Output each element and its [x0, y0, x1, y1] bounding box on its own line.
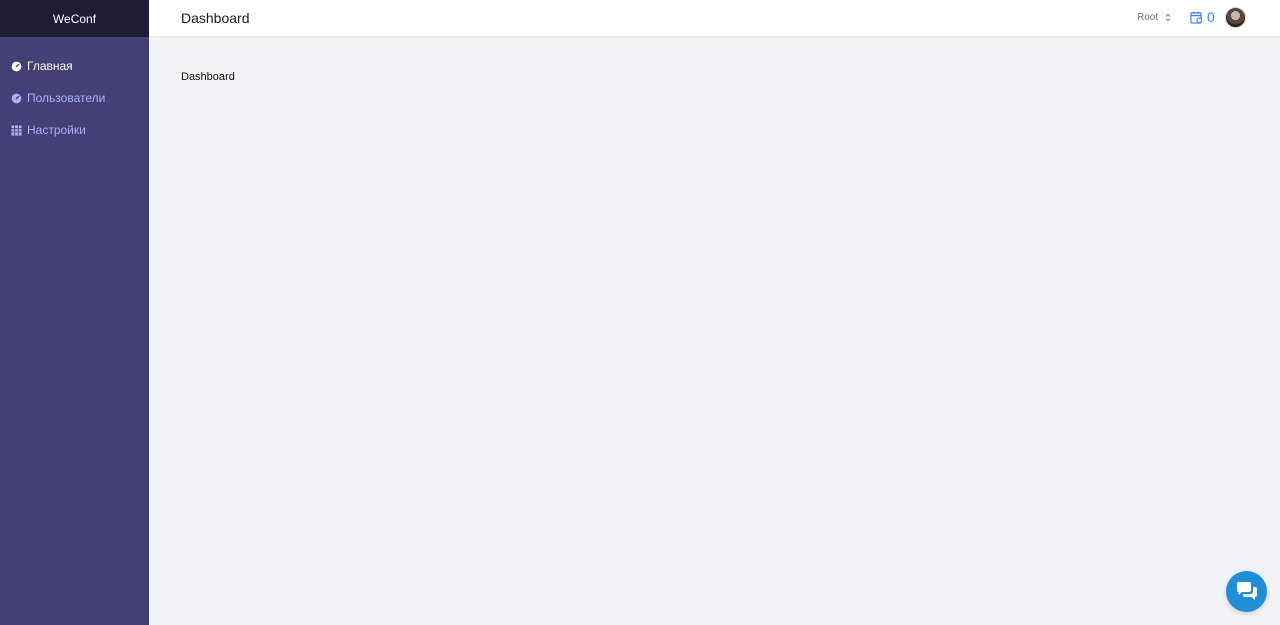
- calendar-notification-icon: [1190, 11, 1203, 24]
- team-select[interactable]: Root: [1137, 12, 1171, 23]
- brand-logo[interactable]: WeConf: [0, 0, 149, 37]
- sidebar-item-settings[interactable]: Настройки: [0, 114, 149, 146]
- user-avatar[interactable]: [1225, 7, 1246, 28]
- dashboard-gauge-icon: [11, 93, 22, 104]
- notification-count: 0: [1207, 9, 1215, 25]
- sidebar-item-label: Главная: [27, 59, 73, 73]
- sidebar-item-label: Настройки: [27, 123, 86, 137]
- chat-bubbles-icon: [1236, 581, 1257, 600]
- content-text: Dashboard: [181, 71, 235, 83]
- top-header: Dashboard Root 0: [149, 0, 1280, 37]
- sidebar-item-label: Пользователи: [27, 91, 106, 105]
- chat-launcher-button[interactable]: [1226, 571, 1267, 612]
- page-title: Dashboard: [181, 10, 250, 26]
- sidebar-nav: Главная Пользователи Настройки: [0, 37, 149, 146]
- notifications-button[interactable]: 0: [1190, 9, 1215, 25]
- dashboard-gauge-icon: [11, 61, 22, 72]
- chevron-updown-icon: [1165, 13, 1171, 22]
- grid-table-icon: [11, 124, 22, 136]
- sidebar-item-users[interactable]: Пользователи: [0, 82, 149, 114]
- team-select-value: Root: [1137, 12, 1159, 23]
- sidebar: WeConf Главная Пользователи Настройки: [0, 0, 149, 625]
- sidebar-item-home[interactable]: Главная: [0, 50, 149, 82]
